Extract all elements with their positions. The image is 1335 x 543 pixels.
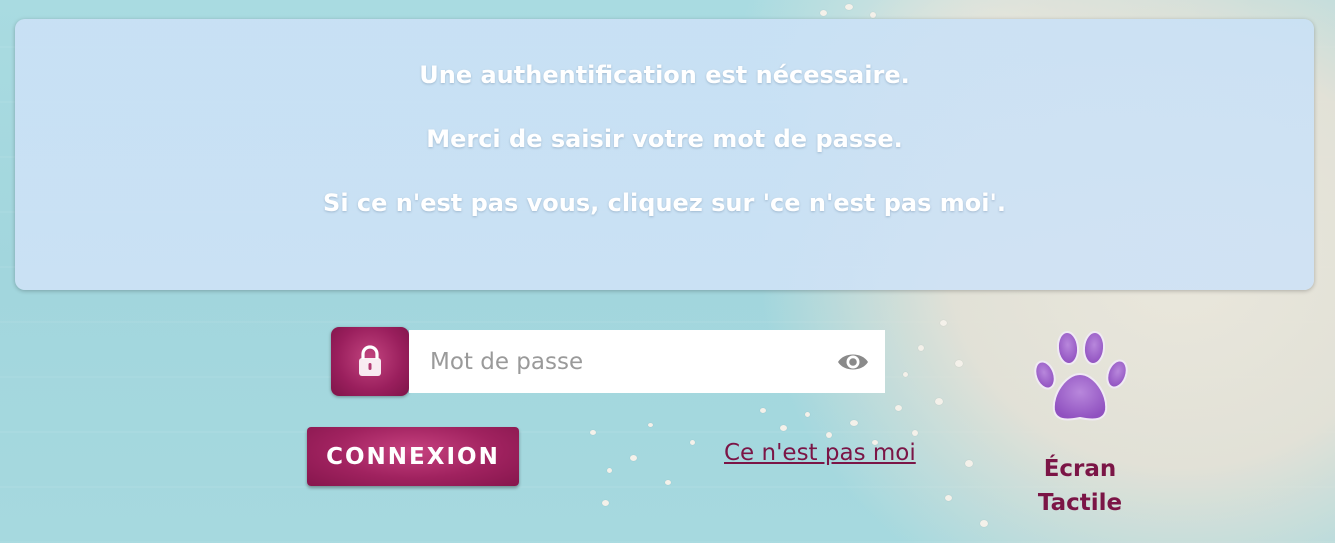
sand-grain	[870, 12, 876, 18]
sand-grain	[760, 408, 766, 413]
sand-grain	[895, 405, 902, 411]
eye-icon	[838, 354, 868, 370]
sand-grain	[665, 480, 671, 485]
touch-screen-label-line1: Écran	[1043, 456, 1117, 482]
sand-grain	[607, 468, 612, 473]
touch-screen-label-line2: Tactile	[1037, 490, 1123, 516]
sand-grain	[918, 345, 924, 351]
sand-grain	[780, 425, 787, 431]
sand-grain	[690, 440, 695, 445]
connexion-button[interactable]: CONNEXION	[307, 427, 519, 486]
lock-icon	[359, 345, 381, 376]
sand-grain	[980, 520, 988, 527]
sand-grain	[935, 398, 943, 405]
touch-screen-label: Écran Tactile	[1020, 452, 1140, 520]
touch-screen-toggle[interactable]	[1030, 328, 1130, 428]
lock-badge	[331, 327, 409, 396]
not-you-instruction-text: Si ce n'est pas vous, cliquez sur 'ce n'…	[323, 189, 1006, 217]
sand-grain	[826, 432, 832, 438]
show-password-toggle[interactable]	[836, 348, 870, 376]
paw-icon	[1034, 331, 1128, 421]
sand-grain	[965, 460, 973, 467]
sand-grain	[940, 320, 947, 326]
not-me-link[interactable]: Ce n'est pas moi	[724, 440, 916, 466]
sand-grain	[648, 423, 653, 427]
sand-grain	[912, 430, 918, 436]
auth-required-text: Une authentification est nécessaire.	[419, 61, 910, 89]
sand-grain	[602, 500, 609, 506]
authentication-message-panel: Une authentification est nécessaire. Mer…	[15, 19, 1314, 290]
enter-password-text: Merci de saisir votre mot de passe.	[426, 125, 903, 153]
password-input[interactable]	[409, 330, 885, 393]
sand-grain	[955, 360, 963, 367]
sand-grain	[820, 10, 827, 16]
sand-grain	[903, 372, 908, 377]
sand-grain	[945, 495, 952, 501]
sand-grain	[630, 455, 637, 461]
sand-grain	[805, 412, 810, 417]
sand-grain	[590, 430, 596, 435]
sand-grain	[845, 4, 853, 10]
sand-grain	[850, 420, 858, 426]
